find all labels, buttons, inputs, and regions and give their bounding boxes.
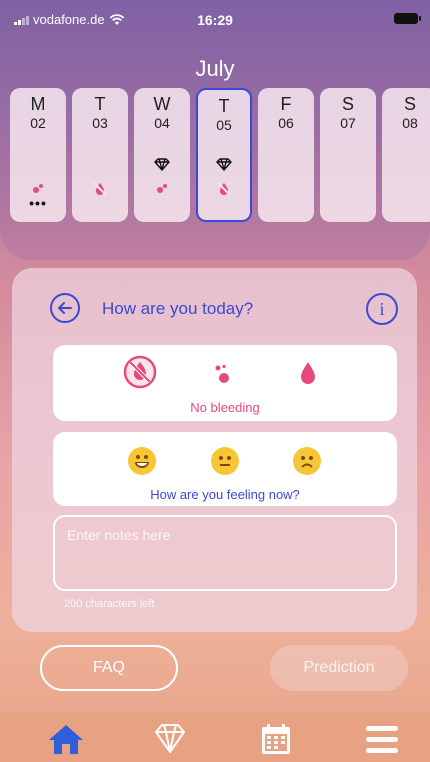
notes-field[interactable]: Enter notes here (53, 515, 397, 591)
spotting-option[interactable] (213, 363, 233, 390)
day-date: 06 (278, 115, 294, 131)
more-dots-icon: ••• (29, 195, 47, 211)
day-card[interactable]: S 08 (382, 88, 430, 222)
menu-icon (366, 726, 398, 753)
blood-drop-icon (301, 362, 315, 384)
no-bleeding-icon (198, 182, 250, 201)
day-card[interactable]: S 07 (320, 88, 376, 222)
day-date: 07 (340, 115, 356, 131)
faq-button[interactable]: FAQ (40, 645, 178, 691)
sad-face-icon (301, 456, 313, 468)
day-date: 02 (30, 115, 46, 131)
battery-icon (394, 13, 421, 24)
notes-placeholder: Enter notes here (67, 527, 171, 543)
mood-selector: How are you feeling now? (53, 432, 397, 506)
day-date: 04 (154, 115, 170, 131)
day-weekday: T (218, 96, 230, 116)
home-icon (49, 725, 83, 754)
month-title: July (195, 56, 235, 81)
tab-diamond[interactable] (150, 722, 190, 756)
bleeding-label: No bleeding (190, 400, 260, 415)
neutral-face-option[interactable] (211, 447, 239, 475)
day-card-selected[interactable]: T 05 (196, 88, 252, 222)
no-bleeding-icon (72, 182, 128, 201)
back-button[interactable] (50, 293, 80, 323)
diamond-icon (155, 724, 185, 753)
spotting-icon (134, 182, 190, 200)
happy-face-icon (135, 455, 149, 468)
sad-face-option[interactable] (293, 447, 321, 475)
mood-label: How are you feeling now? (150, 487, 300, 502)
info-button[interactable]: i (366, 293, 398, 325)
question-row: How are you today? i (50, 293, 398, 325)
characters-left: 200 characters left (64, 598, 155, 610)
arrow-left-icon (58, 302, 72, 314)
day-weekday: M (30, 94, 46, 114)
diamond-icon (134, 158, 190, 176)
spotting-icon (215, 364, 229, 383)
calendar-icon (262, 724, 290, 754)
happy-face-option[interactable] (128, 447, 156, 475)
day-card[interactable]: T 03 (72, 88, 128, 222)
clock: 16:29 (197, 12, 233, 28)
day-card[interactable]: F 06 (258, 88, 314, 222)
question-title: How are you today? (102, 299, 254, 318)
day-weekday: S (403, 94, 416, 114)
day-card[interactable]: W 04 (134, 88, 190, 222)
tab-calendar[interactable] (256, 722, 296, 756)
day-date: 05 (216, 117, 232, 133)
day-weekday: W (153, 94, 171, 114)
day-weekday: T (94, 94, 106, 114)
bleeding-selector: No bleeding (53, 345, 397, 421)
day-card[interactable]: M 02 ••• (10, 88, 66, 222)
tab-bar (0, 712, 430, 762)
prediction-button[interactable]: Prediction (270, 645, 408, 691)
bleeding-option[interactable] (299, 361, 317, 390)
day-date: 03 (92, 115, 108, 131)
day-weekday: F (280, 94, 292, 114)
diamond-icon (198, 158, 250, 176)
status-bar: vodafone.de 16:29 (0, 0, 430, 40)
no-bleeding-option[interactable] (123, 355, 157, 394)
no-bleeding-icon (123, 355, 157, 389)
tab-menu[interactable] (362, 722, 402, 756)
day-date: 08 (402, 115, 418, 131)
neutral-face-icon (219, 456, 231, 466)
day-weekday: S (341, 94, 354, 114)
info-icon: i (379, 299, 385, 319)
tab-home[interactable] (46, 722, 86, 756)
day-strip[interactable]: M 02 ••• T 03 W 04 T 05 F 06 S 07 S 08 (10, 88, 430, 223)
